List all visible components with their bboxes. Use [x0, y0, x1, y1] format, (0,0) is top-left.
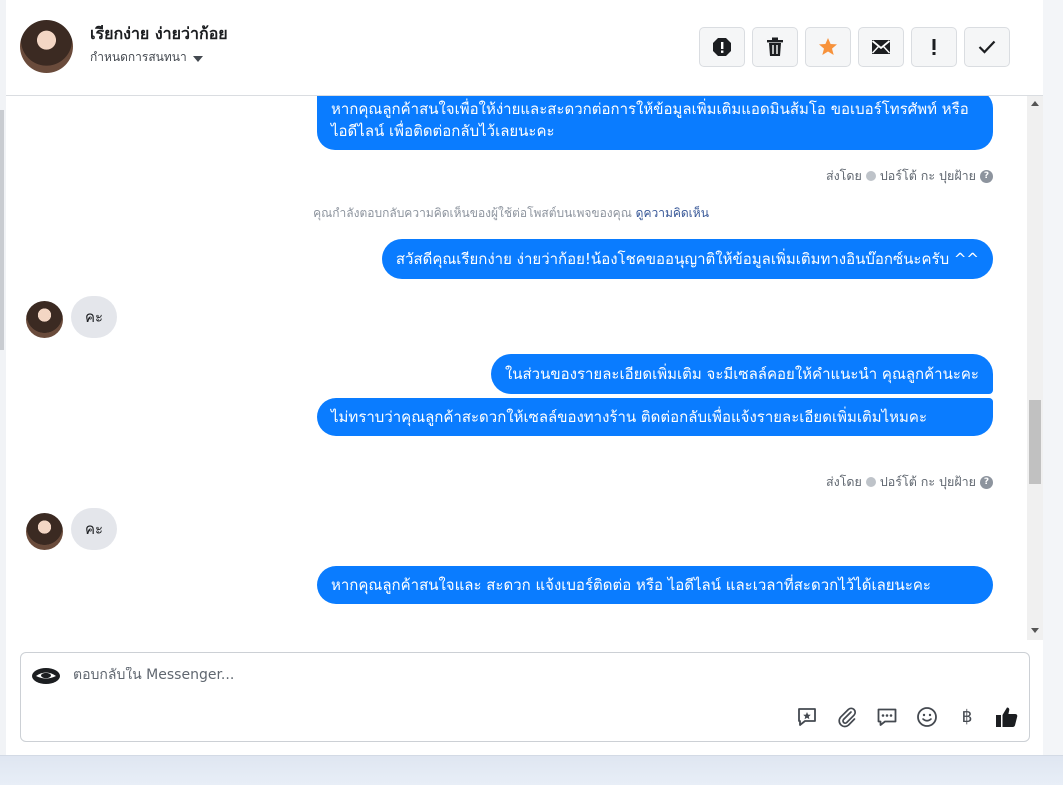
- help-icon[interactable]: ?: [980, 169, 993, 183]
- delete-button[interactable]: [752, 27, 798, 67]
- conversation-panel: เรียกง่าย ง่ายว่าก้อย กำหนดการสนทนา หากค…: [6, 0, 1043, 755]
- smiley-icon: [917, 707, 937, 727]
- page-logo-icon: [32, 668, 60, 684]
- composer-tools: ฿: [795, 705, 1019, 729]
- check-circle-icon: [865, 171, 876, 181]
- right-edge: [1043, 0, 1063, 755]
- sent-by-label: ส่งโดย ปอร์โต้ กะ ปุยฝ้าย ?: [826, 166, 993, 186]
- avatar[interactable]: [26, 301, 63, 338]
- mark-done-button[interactable]: [964, 27, 1010, 67]
- star-button[interactable]: [805, 27, 851, 67]
- incoming-message: คะ: [71, 508, 118, 550]
- assign-label: กำหนดการสนทนา: [90, 50, 187, 64]
- incoming-message: คะ: [71, 296, 118, 338]
- check-circle-icon: [865, 477, 876, 487]
- scroll-down-arrow-icon[interactable]: [1031, 628, 1039, 633]
- avatar[interactable]: [26, 513, 63, 550]
- scrollbar-thumb[interactable]: [1029, 400, 1041, 484]
- sent-by-prefix: ส่งโดย: [825, 474, 862, 489]
- action-toolbar: [699, 27, 1010, 67]
- sender-name[interactable]: ปอร์โต้ กะ ปุยฝ้าย: [880, 472, 976, 492]
- emoji-button[interactable]: [915, 705, 939, 729]
- paperclip-icon: [838, 707, 857, 728]
- check-icon: [978, 40, 996, 54]
- mark-unread-button[interactable]: [858, 27, 904, 67]
- attach-button[interactable]: [835, 705, 859, 729]
- system-note: คุณกำลังตอบกลับความคิดเห็นของผู้ใช้ต่อโพ…: [6, 204, 1016, 223]
- bottom-strip: [0, 755, 1063, 785]
- like-button[interactable]: [995, 705, 1019, 729]
- avatar[interactable]: [20, 20, 73, 73]
- saved-replies-button[interactable]: [795, 705, 819, 729]
- trash-icon: [767, 37, 783, 56]
- help-icon[interactable]: ?: [980, 475, 993, 489]
- sent-by-prefix: ส่งโดย: [825, 168, 862, 183]
- outgoing-message: สวัสดีคุณเรียกง่าย ง่ายว่าก้อย!น้องโชคขอ…: [381, 239, 993, 279]
- thumbs-up-icon: [996, 707, 1018, 727]
- baht-icon: ฿: [961, 707, 973, 727]
- outgoing-message: ไม่ทราบว่าคุณลูกค้าสะดวกให้เซลล์ของทางร้…: [317, 398, 993, 436]
- report-spam-icon: [713, 38, 731, 56]
- message-input[interactable]: [73, 667, 773, 683]
- sender-name[interactable]: ปอร์โต้ กะ ปุยฝ้าย: [880, 166, 976, 186]
- follow-up-button[interactable]: [911, 27, 957, 67]
- scrollbar[interactable]: [1027, 96, 1043, 640]
- system-note-text: คุณกำลังตอบกลับความคิดเห็นของผู้ใช้ต่อโพ…: [313, 206, 632, 220]
- outgoing-message: หากคุณลูกค้าสนใจและ สะดวก แจ้งเบอร์ติดต่…: [317, 566, 993, 604]
- mail-icon: [871, 40, 891, 54]
- star-icon: [819, 38, 837, 55]
- exclamation-icon: [932, 39, 936, 55]
- left-scrollbar[interactable]: [0, 110, 4, 350]
- chat-dots-icon: [877, 708, 897, 726]
- outgoing-message: ในส่วนของรายละเอียดเพิ่มเติม จะมีเซลล์คอ…: [490, 354, 993, 394]
- caret-down-icon: [192, 55, 203, 62]
- payment-button[interactable]: ฿: [955, 705, 979, 729]
- contact-name[interactable]: เรียกง่าย ง่ายว่าก้อย: [90, 22, 228, 47]
- view-comment-link[interactable]: ดูความคิดเห็น: [636, 206, 709, 220]
- page-logo: [31, 663, 61, 689]
- sent-by-label: ส่งโดย ปอร์โต้ กะ ปุยฝ้าย ?: [826, 472, 993, 492]
- report-spam-button[interactable]: [699, 27, 745, 67]
- conversation-header: เรียกง่าย ง่ายว่าก้อย กำหนดการสนทนา: [6, 0, 1043, 96]
- outgoing-message: หากคุณลูกค้าสนใจเพื่อให้ง่ายและสะดวกต่อก…: [317, 96, 993, 150]
- quick-replies-button[interactable]: [875, 705, 899, 729]
- composer: ฿: [20, 652, 1030, 742]
- scroll-up-arrow-icon[interactable]: [1031, 101, 1039, 106]
- message-thread[interactable]: หากคุณลูกค้าสนใจเพื่อให้ง่ายและสะดวกต่อก…: [6, 96, 1043, 640]
- saved-reply-icon: [798, 708, 816, 726]
- assign-conversation-dropdown[interactable]: กำหนดการสนทนา: [90, 48, 203, 67]
